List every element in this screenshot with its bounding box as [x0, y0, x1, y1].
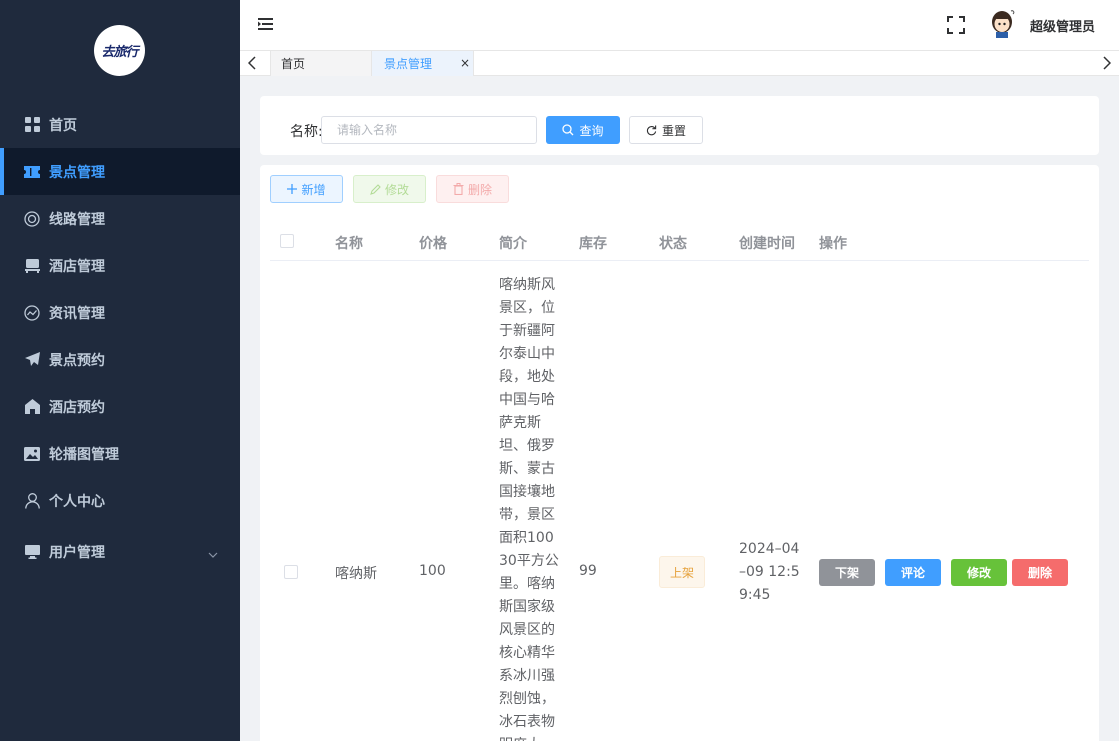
cell-name: 喀纳斯 — [335, 566, 377, 582]
ticket-icon — [24, 164, 40, 180]
tab-home[interactable]: 首页 — [270, 51, 372, 76]
edit-button[interactable]: 修改 — [353, 175, 426, 203]
sidebar-item-label: 轮播图管理 — [49, 446, 119, 463]
cell-created-time: 2024–04–09 12:59:45 — [739, 541, 800, 603]
tags-view: 首页 景点管理 × — [240, 51, 1119, 76]
plus-icon — [287, 184, 298, 194]
comment-button[interactable]: 评论 — [885, 559, 941, 586]
row-checkbox[interactable] — [284, 565, 298, 579]
sidebar-item-label: 首页 — [49, 117, 77, 134]
reset-button[interactable]: 重置 — [629, 116, 703, 144]
name-search-input[interactable] — [321, 116, 537, 144]
fullscreen-icon[interactable] — [947, 16, 965, 38]
select-all-checkbox[interactable] — [280, 234, 294, 248]
sidebar-item-label: 资讯管理 — [49, 305, 105, 322]
scenic-table-card: 新增 修改 删除 名称 价格 简介 库存 状态 创建时间 操作 喀纳斯 100 … — [260, 165, 1099, 741]
app-logo[interactable]: 去旅行 — [94, 25, 145, 76]
column-header-name[interactable]: 名称 — [335, 233, 363, 253]
send-icon — [24, 352, 40, 368]
refresh-icon — [646, 124, 657, 135]
sidebar-item-label: 酒店管理 — [49, 258, 105, 275]
edit-icon — [370, 183, 381, 195]
search-icon — [562, 124, 574, 136]
query-button[interactable]: 查询 — [546, 116, 620, 144]
offline-button[interactable]: 下架 — [819, 559, 875, 586]
sidebar-item-news[interactable]: 资讯管理 — [0, 289, 240, 336]
sidebar-item-hotel-booking[interactable]: 酒店预约 — [0, 383, 240, 430]
sidebar-item-routes[interactable]: 线路管理 — [0, 195, 240, 242]
chevron-down-icon — [208, 546, 218, 562]
sidebar-menu: 首页 景点管理 线路管理 酒店管理 资讯管理 景点预约 酒店预约 轮播图管理 个… — [0, 101, 240, 575]
house-icon — [24, 399, 40, 415]
edit-label: 修改 — [384, 182, 409, 197]
logo-text: 去旅行 — [101, 45, 138, 60]
row-edit-button[interactable]: 修改 — [951, 559, 1007, 586]
sidebar-item-profile[interactable]: 个人中心 — [0, 477, 240, 524]
bed-icon — [24, 258, 40, 274]
delete-label: 删除 — [467, 182, 492, 197]
sidebar-item-users[interactable]: 用户管理 — [0, 528, 240, 575]
top-header: 超级管理员 — [240, 0, 1119, 51]
column-header-created[interactable]: 创建时间 — [739, 233, 795, 253]
cell-stock: 99 — [579, 563, 597, 579]
sidebar-item-label: 用户管理 — [49, 544, 105, 561]
add-label: 新增 — [301, 182, 326, 197]
chart-circle-icon — [24, 304, 40, 321]
picture-icon — [24, 446, 40, 462]
globe-icon — [24, 210, 40, 227]
sidebar-item-carousel[interactable]: 轮播图管理 — [0, 430, 240, 477]
grid-icon — [24, 117, 40, 133]
cell-desc: 喀纳斯风景区，位于新疆阿尔泰山中段，地处中国与哈萨克斯坦、俄罗斯、蒙古国接壤地带… — [499, 277, 559, 741]
trash-icon — [453, 183, 464, 195]
reset-label: 重置 — [661, 123, 686, 138]
sidebar-item-label: 景点预约 — [49, 352, 105, 369]
status-badge: 上架 — [659, 556, 705, 588]
column-header-actions: 操作 — [819, 236, 847, 252]
column-header-desc[interactable]: 简介 — [499, 233, 527, 253]
menu-toggle-icon[interactable] — [258, 17, 274, 35]
name-label: 名称: — [290, 124, 323, 140]
sidebar-item-label: 个人中心 — [49, 493, 105, 510]
sidebar-item-hotels[interactable]: 酒店管理 — [0, 242, 240, 289]
avatar[interactable] — [990, 8, 1016, 38]
sidebar: 去旅行 首页 景点管理 线路管理 酒店管理 资讯管理 景点预约 酒店预约 轮播图… — [0, 0, 240, 741]
add-button[interactable]: 新增 — [270, 175, 343, 203]
sidebar-item-label: 景点管理 — [49, 164, 105, 181]
column-header-status[interactable]: 状态 — [659, 233, 687, 253]
column-header-price[interactable]: 价格 — [419, 233, 447, 253]
cell-price: 100 — [419, 563, 446, 579]
table-header: 名称 价格 简介 库存 状态 创建时间 操作 — [270, 220, 1089, 261]
delete-button[interactable]: 删除 — [436, 175, 509, 203]
query-label: 查询 — [579, 123, 604, 138]
user-icon — [24, 492, 40, 509]
sidebar-item-scenic-booking[interactable]: 景点预约 — [0, 336, 240, 383]
tab-label: 景点管理 — [384, 57, 433, 71]
chevron-left-icon[interactable] — [247, 56, 256, 74]
search-form: 名称: 查询 重置 — [260, 96, 1099, 155]
close-icon[interactable]: × — [460, 56, 470, 70]
tab-scenic-management[interactable]: 景点管理 × — [371, 51, 474, 76]
sidebar-item-home[interactable]: 首页 — [0, 101, 240, 148]
chevron-right-icon[interactable] — [1103, 56, 1112, 74]
user-name[interactable]: 超级管理员 — [1030, 16, 1095, 35]
sidebar-item-scenic[interactable]: 景点管理 — [0, 148, 240, 195]
sidebar-item-label: 酒店预约 — [49, 399, 105, 416]
sidebar-item-label: 线路管理 — [49, 211, 105, 228]
monitor-icon — [24, 544, 40, 560]
table-row: 喀纳斯 100 喀纳斯风景区，位于新疆阿尔泰山中段，地处中国与哈萨克斯坦、俄罗斯… — [270, 261, 1089, 741]
tab-label: 首页 — [281, 57, 306, 71]
row-delete-button[interactable]: 删除 — [1012, 559, 1068, 586]
column-header-stock[interactable]: 库存 — [579, 233, 607, 253]
